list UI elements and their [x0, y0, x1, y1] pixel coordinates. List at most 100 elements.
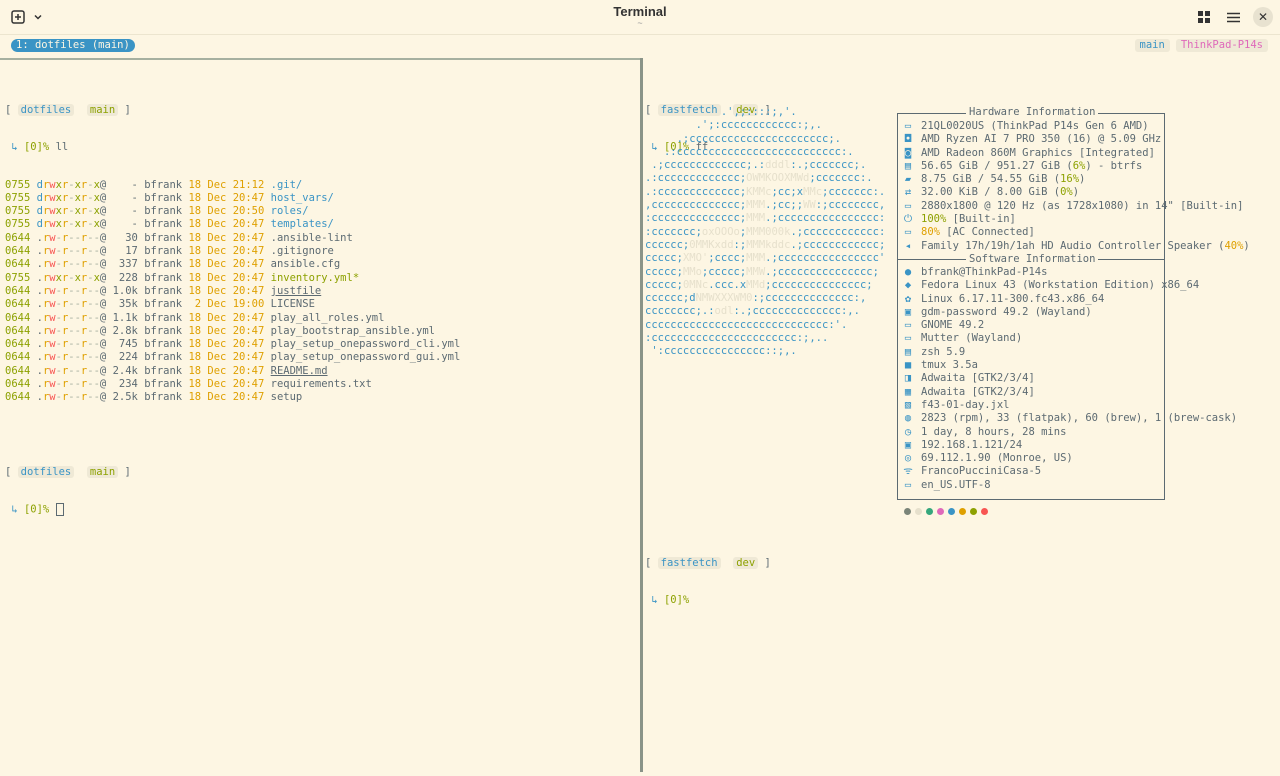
cpu-icon: ◘ — [904, 133, 912, 146]
tmux-window-tab[interactable]: 1: dotfiles (main) — [11, 39, 135, 52]
info-row: ▰ 8.75 GiB / 54.55 GiB (16%) — [895, 173, 1250, 186]
info-value: GNOME 49.2 — [921, 319, 985, 332]
prompt-status: [0]% — [23, 141, 50, 154]
title-bar: Terminal ~ ✕ — [0, 0, 1280, 35]
file-date: 2 Dec 19:00 — [188, 298, 265, 311]
palette-dot — [937, 508, 944, 515]
file-row: 0755 drwxr-xr-x@ - bfrank 18 Dec 20:47 h… — [5, 192, 635, 205]
file-size: - — [112, 191, 138, 204]
info-value: Linux 6.17.11-300.fc43.x86_64 — [921, 292, 1105, 305]
file-name: ansible.cfg — [270, 258, 341, 271]
file-owner: bfrank — [144, 271, 183, 284]
sound-icon: ◂ — [904, 239, 912, 252]
locale-icon: ▭ — [904, 478, 912, 491]
file-size: - — [112, 178, 138, 191]
info-row: ▭ en_US.UTF-8 — [895, 479, 1237, 492]
logo-line: cccccc;0MMKxdd:;MMMkddc.;cccccccccccc; — [645, 238, 886, 251]
prompt-branch: dev — [733, 557, 759, 569]
info-row: ▭ 80% [AC Connected] — [895, 226, 1250, 239]
file-name: LICENSE — [270, 298, 315, 311]
file-permissions: .rw-r--r--@ — [36, 284, 107, 297]
file-date: 18 Dec 21:12 — [188, 178, 265, 191]
file-date: 18 Dec 20:47 — [188, 324, 265, 337]
file-permissions: .rw-r--r--@ — [36, 338, 107, 351]
file-owner: bfrank — [144, 391, 183, 404]
file-row: 0644 .rw-r--r--@ 35k bfrank 2 Dec 19:00 … — [5, 298, 635, 311]
file-date: 18 Dec 20:50 — [188, 205, 265, 218]
main-menu-button[interactable] — [1223, 7, 1243, 27]
info-row: ◨ Adwaita [GTK2/3/4] — [895, 372, 1237, 385]
info-value: 21QL0020US (ThinkPad P14s Gen 6 AMD) — [921, 120, 1149, 132]
view-tabs-button[interactable] — [1194, 7, 1214, 27]
info-value: AMD Radeon 860M Graphics [Integrated] — [921, 146, 1155, 159]
logo-line: cccccccc;.:odl:.;cccccccccccccc:,. — [645, 305, 860, 318]
logo-line: .:ccccccccccccc;KMMc;cc;xMMc;ccccccc:. — [645, 185, 886, 198]
file-date: 18 Dec 20:47 — [188, 231, 265, 244]
logo-line: ,cccccccccccccc;MMM.;cc;;WW:;cccccccc, — [645, 199, 886, 212]
file-name: justfile — [270, 284, 322, 297]
logo-line: .:cccccccccccccccccccccccccc:. — [645, 145, 854, 158]
file-date: 18 Dec 20:47 — [188, 271, 265, 284]
file-mode: 0755 — [5, 205, 31, 218]
logo-line: cccccc;dNMWXXXWM0:;cccccccccccccc:, — [645, 292, 867, 305]
file-permissions: drwxr-xr-x@ — [36, 191, 107, 204]
color-palette — [904, 508, 988, 515]
logo-line: :cccccccccccccc;MMM.;cccccccccccccccc: — [645, 212, 886, 225]
prompt-status: [0]% — [663, 594, 690, 607]
hardware-title: Hardware Information — [966, 106, 1099, 120]
file-owner: bfrank — [144, 311, 183, 324]
info-value: en_US.UTF-8 — [921, 478, 991, 491]
file-row: 0644 .rw-r--r--@ 2.4k bfrank 18 Dec 20:4… — [5, 365, 635, 378]
file-permissions: .rw-r--r--@ — [36, 364, 107, 377]
file-row: 0644 .rw-r--r--@ 2.8k bfrank 18 Dec 20:4… — [5, 325, 635, 338]
wifi-icon: ᯤ — [903, 465, 913, 478]
info-row: ◍ 2823 (rpm), 33 (flatpak), 60 (brew), 1 … — [895, 412, 1237, 425]
file-size: 30 — [112, 231, 138, 244]
pane-border — [0, 58, 640, 60]
info-percent: 16% — [1060, 173, 1080, 186]
file-owner: bfrank — [144, 324, 183, 337]
public-ip-icon: ◎ — [904, 452, 912, 465]
status-host: ThinkPad-P14s — [1175, 39, 1268, 52]
info-row: ▣ gdm-password 49.2 (Wayland) — [895, 306, 1237, 319]
info-value: AMD Ryzen AI 7 PRO 350 (16) @ 5.09 GHz — [921, 133, 1162, 146]
info-percent: 100% — [921, 213, 947, 226]
file-size: 2.8k — [112, 324, 138, 337]
uptime-icon: ◷ — [904, 425, 912, 438]
info-value: Family 17h/19h/1ah HD Audio Controller S… — [921, 239, 1225, 252]
info-row: ▭ Mutter (Wayland) — [895, 332, 1237, 345]
close-button[interactable]: ✕ — [1253, 7, 1273, 27]
file-permissions: .rw-r--r--@ — [36, 298, 107, 311]
logo-line: ccccc;MMo;ccccc;MMW.;ccccccccccccccc; — [645, 265, 879, 278]
info-percent: 40% — [1224, 239, 1244, 252]
info-percent: 80% — [921, 226, 940, 239]
file-row: 0644 .rw-r--r--@ 745 bfrank 18 Dec 20:47… — [5, 338, 635, 351]
pane-divider[interactable] — [640, 58, 643, 772]
file-name: .git/ — [270, 178, 303, 191]
left-pane[interactable]: [ dotfiles main ] ↳ [0]% ll 0755 drwxr-x… — [5, 80, 635, 529]
file-mode: 0644 — [5, 245, 31, 258]
info-row: ■ tmux 3.5a — [895, 359, 1237, 372]
file-size: 1.1k — [112, 311, 138, 324]
file-permissions: drwxr-xr-x@ — [36, 205, 107, 218]
file-name: host_vars/ — [270, 191, 334, 204]
prompt-branch: main — [86, 465, 119, 478]
theme-icon: ◨ — [904, 372, 912, 385]
info-percent: 0% — [1060, 186, 1073, 199]
file-owner: bfrank — [144, 205, 183, 218]
user-icon: ● — [904, 266, 912, 278]
file-date: 18 Dec 20:47 — [188, 311, 265, 324]
file-row: 0755 drwxr-xr-x@ - bfrank 18 Dec 20:47 t… — [5, 218, 635, 231]
prompt-line: ↳ [0]% — [5, 503, 635, 517]
prompt-dir: dotfiles — [17, 104, 75, 116]
file-date: 18 Dec 20:47 — [188, 218, 265, 231]
command-text: ll — [55, 141, 69, 154]
info-row: ◆ Fedora Linux 43 (Workstation Edition) x… — [895, 279, 1237, 292]
logo-line: :ccccccccccccccccccccccc:;,.. — [645, 332, 829, 345]
info-value: Mutter (Wayland) — [921, 332, 1023, 345]
logo-line: :ccccccc;oxOOOo;MMM000k.;cccccccccccc: — [645, 225, 886, 238]
file-mode: 0644 — [5, 338, 31, 351]
terminal-cursor — [55, 503, 64, 517]
info-value: FrancoPucciniCasa-5 — [921, 465, 1042, 478]
file-row: 0755 drwxr-xr-x@ - bfrank 18 Dec 20:50 r… — [5, 205, 635, 218]
